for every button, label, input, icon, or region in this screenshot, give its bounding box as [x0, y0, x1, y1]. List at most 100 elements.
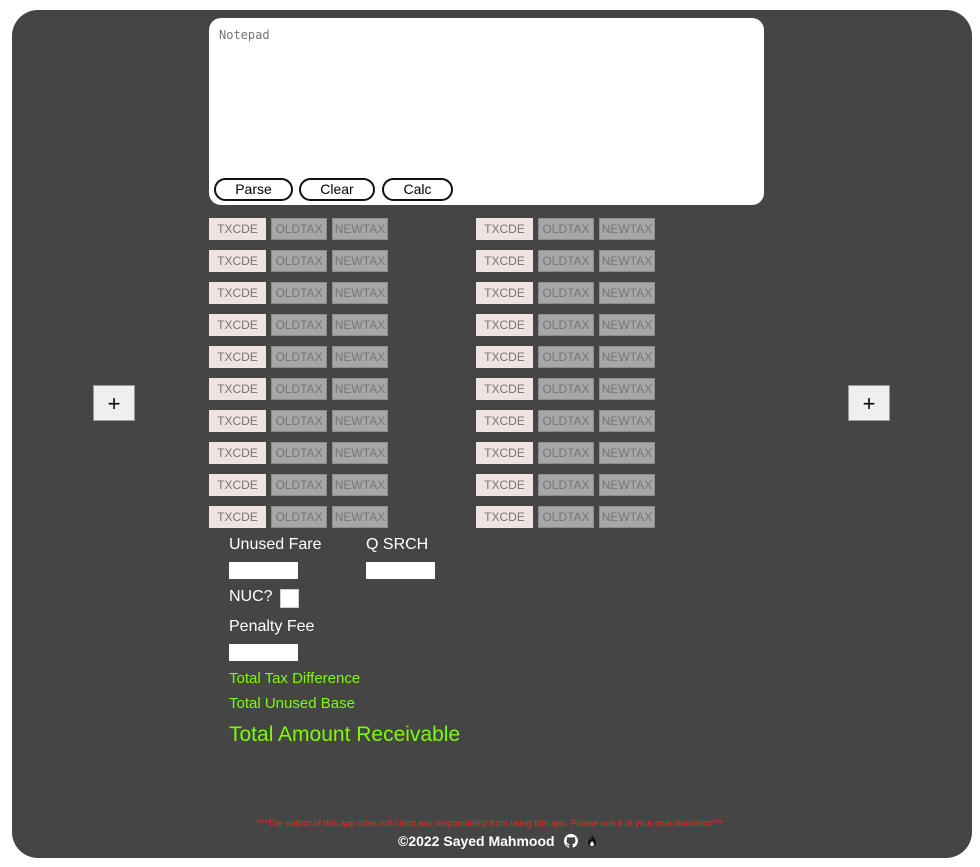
tax-code-input[interactable]	[476, 506, 533, 528]
tax-code-input[interactable]	[209, 282, 266, 304]
tax-code-input[interactable]	[209, 250, 266, 272]
new-tax-input[interactable]	[599, 282, 655, 304]
notepad-textarea[interactable]	[209, 18, 764, 178]
calc-button[interactable]: Calc	[382, 178, 453, 201]
tax-code-input[interactable]	[476, 218, 533, 240]
old-tax-input[interactable]	[271, 442, 327, 464]
tax-code-input[interactable]	[476, 378, 533, 400]
tax-row	[209, 218, 388, 240]
tax-row	[476, 218, 655, 240]
tax-code-input[interactable]	[209, 410, 266, 432]
new-tax-input[interactable]	[599, 442, 655, 464]
nuc-checkbox[interactable]	[280, 589, 299, 608]
tax-code-input[interactable]	[209, 442, 266, 464]
new-tax-input[interactable]	[332, 506, 388, 528]
nuc-label: NUC?	[229, 588, 273, 605]
tax-row	[209, 378, 388, 400]
old-tax-input[interactable]	[538, 474, 594, 496]
tax-code-input[interactable]	[476, 282, 533, 304]
new-tax-input[interactable]	[332, 442, 388, 464]
old-tax-input[interactable]	[538, 282, 594, 304]
q-srch-field[interactable]	[366, 562, 435, 579]
tax-row	[476, 410, 655, 432]
old-tax-input[interactable]	[271, 474, 327, 496]
notepad-panel: Parse Clear Calc	[209, 18, 764, 205]
old-tax-input[interactable]	[538, 506, 594, 528]
new-tax-input[interactable]	[599, 474, 655, 496]
tax-row	[209, 506, 388, 528]
tax-row	[476, 250, 655, 272]
old-tax-input[interactable]	[271, 378, 327, 400]
old-tax-input[interactable]	[271, 506, 327, 528]
old-tax-input[interactable]	[538, 442, 594, 464]
old-tax-input[interactable]	[538, 346, 594, 368]
tax-code-input[interactable]	[209, 346, 266, 368]
old-tax-input[interactable]	[271, 282, 327, 304]
github-icon[interactable]	[563, 834, 578, 848]
penalty-fee-label: Penalty Fee	[229, 618, 315, 635]
footer: ©2022 Sayed Mahmood	[398, 833, 597, 849]
old-tax-input[interactable]	[271, 250, 327, 272]
copyright-text: ©2022 Sayed Mahmood	[398, 833, 555, 849]
old-tax-input[interactable]	[538, 378, 594, 400]
new-tax-input[interactable]	[599, 314, 655, 336]
tax-row	[209, 346, 388, 368]
new-tax-input[interactable]	[332, 346, 388, 368]
new-tax-input[interactable]	[332, 378, 388, 400]
tax-code-input[interactable]	[476, 474, 533, 496]
new-tax-input[interactable]	[332, 314, 388, 336]
tax-code-input[interactable]	[476, 346, 533, 368]
new-tax-input[interactable]	[599, 218, 655, 240]
tax-row	[209, 314, 388, 336]
parse-button[interactable]: Parse	[214, 178, 293, 201]
tax-row	[209, 250, 388, 272]
new-tax-input[interactable]	[599, 378, 655, 400]
add-row-left-button[interactable]: +	[93, 385, 135, 421]
tax-code-input[interactable]	[476, 250, 533, 272]
new-tax-input[interactable]	[332, 218, 388, 240]
total-tax-difference: Total Tax Difference	[229, 670, 361, 687]
unused-fare-label: Unused Fare	[229, 536, 322, 553]
tax-code-input[interactable]	[476, 314, 533, 336]
add-row-right-button[interactable]: +	[848, 385, 890, 421]
tax-row	[476, 282, 655, 304]
new-tax-input[interactable]	[332, 250, 388, 272]
tax-code-input[interactable]	[209, 506, 266, 528]
tax-row	[476, 506, 655, 528]
tax-code-input[interactable]	[209, 314, 266, 336]
tax-row	[476, 474, 655, 496]
new-tax-input[interactable]	[599, 346, 655, 368]
tax-row	[476, 314, 655, 336]
old-tax-input[interactable]	[538, 410, 594, 432]
tax-code-input[interactable]	[476, 410, 533, 432]
new-tax-input[interactable]	[332, 410, 388, 432]
old-tax-input[interactable]	[538, 218, 594, 240]
new-tax-input[interactable]	[332, 474, 388, 496]
tax-code-input[interactable]	[476, 442, 533, 464]
clear-button[interactable]: Clear	[299, 178, 375, 201]
old-tax-input[interactable]	[538, 250, 594, 272]
tax-row	[476, 442, 655, 464]
tax-row	[476, 378, 655, 400]
old-tax-input[interactable]	[271, 314, 327, 336]
new-tax-input[interactable]	[599, 506, 655, 528]
old-tax-input[interactable]	[271, 218, 327, 240]
tax-row	[209, 442, 388, 464]
tax-code-input[interactable]	[209, 218, 266, 240]
tax-row	[209, 474, 388, 496]
old-tax-input[interactable]	[271, 410, 327, 432]
tax-code-input[interactable]	[209, 378, 266, 400]
new-tax-input[interactable]	[599, 410, 655, 432]
old-tax-input[interactable]	[538, 314, 594, 336]
new-tax-input[interactable]	[599, 250, 655, 272]
tax-code-input[interactable]	[209, 474, 266, 496]
old-tax-input[interactable]	[271, 346, 327, 368]
flame-icon[interactable]	[587, 835, 597, 847]
tax-row	[209, 282, 388, 304]
unused-fare-field[interactable]	[229, 562, 298, 579]
total-unused-base: Total Unused Base	[229, 695, 355, 712]
new-tax-input[interactable]	[332, 282, 388, 304]
disclaimer-text: ***The author of this app does not claim…	[257, 818, 723, 828]
penalty-fee-field[interactable]	[229, 644, 298, 661]
total-amount-receivable: Total Amount Receivable	[229, 723, 461, 746]
